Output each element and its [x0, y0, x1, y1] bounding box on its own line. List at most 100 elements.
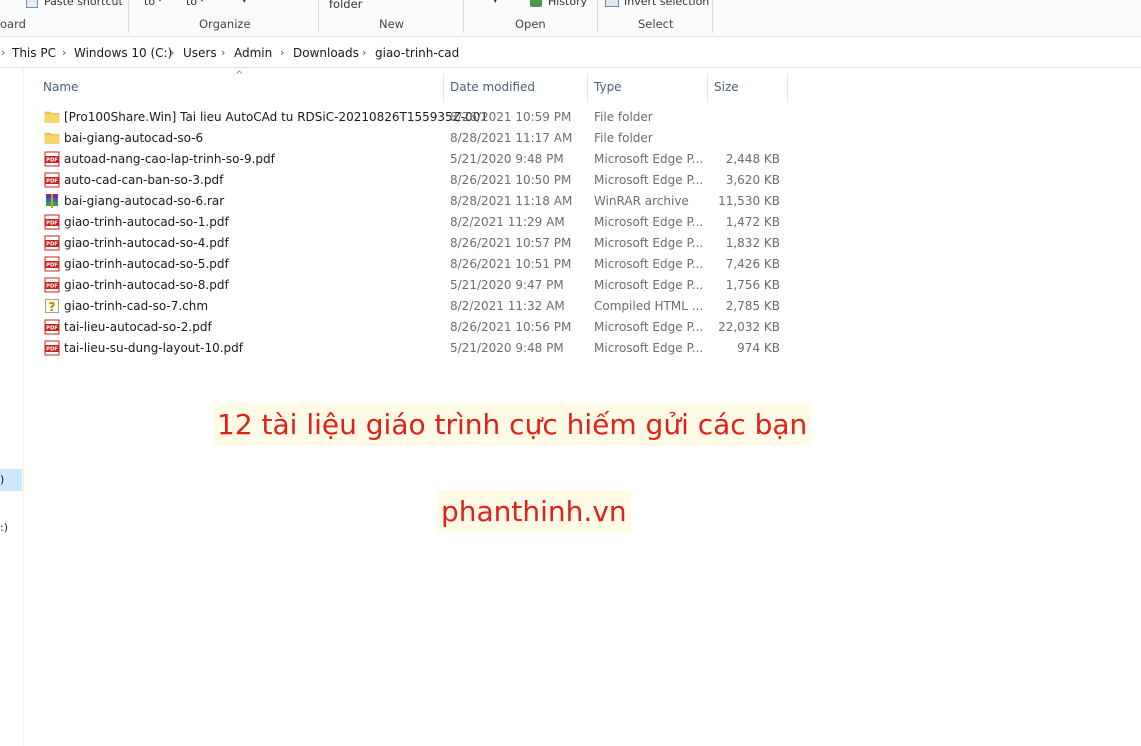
file-date-modified: 8/26/2021 10:51 PM	[450, 257, 572, 271]
file-type: Microsoft Edge P...	[594, 278, 704, 292]
column-divider[interactable]	[707, 74, 708, 102]
nav-item-selected[interactable]: )	[0, 469, 22, 491]
nav-item-label: )	[0, 473, 5, 486]
breadcrumb-downloads[interactable]: Downloads	[293, 46, 359, 60]
pdf-icon: PDF	[44, 319, 60, 335]
file-name: autoad-nang-cao-lap-trinh-so-9.pdf	[64, 152, 275, 166]
file-type: Microsoft Edge P...	[594, 173, 704, 187]
group-label-open: Open	[515, 17, 546, 31]
svg-text:?: ?	[49, 300, 56, 314]
file-row[interactable]: bai-giang-autocad-so-6 8/28/2021 11:17 AM…	[40, 128, 790, 149]
breadcrumb-separator-icon: ›	[280, 46, 285, 59]
history-icon	[530, 0, 542, 7]
file-size: 7,426 KB	[725, 257, 780, 271]
group-label-select: Select	[638, 17, 674, 31]
file-date-modified: 8/28/2021 11:18 AM	[450, 194, 573, 208]
file-size: 2,785 KB	[725, 299, 780, 313]
file-size: 974 KB	[737, 341, 780, 355]
folder-icon	[44, 109, 60, 125]
column-divider[interactable]	[587, 74, 588, 102]
file-type: WinRAR archive	[594, 194, 689, 208]
move-to-button[interactable]: to	[144, 0, 155, 8]
file-name: [Pro100Share.Win] Tai lieu AutoCAd tu RD…	[64, 110, 488, 124]
move-to-chevron-icon: ▾	[158, 0, 162, 4]
file-row[interactable]: [Pro100Share.Win] Tai lieu AutoCAd tu RD…	[40, 107, 790, 128]
file-date-modified: 8/2/2021 11:32 AM	[450, 299, 565, 313]
column-header-size[interactable]: Size	[714, 80, 739, 102]
breadcrumb[interactable]: › This PC › Windows 10 (C:) › Users › Ad…	[0, 40, 1141, 68]
svg-text:PDF: PDF	[46, 242, 58, 248]
copy-to-chevron-icon: ▾	[200, 0, 204, 4]
sort-ascending-icon: ^	[235, 70, 244, 81]
overlay-website: phanthinh.vn	[437, 490, 631, 533]
file-row[interactable]: PDF autoad-nang-cao-lap-trinh-so-9.pdf 5/2…	[40, 149, 790, 170]
file-type: Compiled HTML ...	[594, 299, 704, 313]
file-type: File folder	[594, 131, 653, 145]
file-name: giao-trinh-autocad-so-4.pdf	[64, 236, 229, 250]
pdf-icon: PDF	[44, 151, 60, 167]
overlay-caption: 12 tài liệu giáo trình cực hiếm gửi các …	[213, 403, 812, 446]
ribbon-divider	[463, 0, 464, 33]
file-size: 3,620 KB	[725, 173, 780, 187]
nav-item-label[interactable]: :)	[0, 521, 8, 534]
pdf-icon: PDF	[44, 235, 60, 251]
ribbon: Paste shortcut to ▾ to ▾ ▾ folder ▾ Hist…	[0, 0, 1141, 37]
breadcrumb-windows-10[interactable]: Windows 10 (C:)	[74, 46, 172, 60]
ribbon-divider	[597, 0, 598, 33]
svg-text:PDF: PDF	[46, 263, 58, 269]
open-dropdown-icon[interactable]: ▾	[493, 0, 498, 6]
invert-selection-icon	[605, 0, 619, 7]
file-name: tai-lieu-su-dung-layout-10.pdf	[64, 341, 243, 355]
invert-selection-button[interactable]: Invert selection	[624, 0, 709, 8]
copy-to-button[interactable]: to	[186, 0, 197, 8]
file-row[interactable]: PDF giao-trinh-autocad-so-4.pdf 8/26/2021 …	[40, 233, 790, 254]
group-label-organize: Organize	[199, 17, 251, 31]
column-header-date-modified[interactable]: Date modified	[450, 80, 535, 102]
breadcrumb-users[interactable]: Users	[183, 46, 217, 60]
column-header-type[interactable]: Type	[594, 80, 622, 102]
file-row[interactable]: ? giao-trinh-cad-so-7.chm 8/2/2021 11:32 A…	[40, 296, 790, 317]
file-date-modified: 5/21/2020 9:47 PM	[450, 278, 564, 292]
svg-text:PDF: PDF	[46, 284, 58, 290]
file-date-modified: 8/26/2021 10:50 PM	[450, 173, 572, 187]
file-size: 1,472 KB	[725, 215, 780, 229]
file-row[interactable]: PDF giao-trinh-autocad-so-5.pdf 8/26/2021 …	[40, 254, 790, 275]
column-divider[interactable]	[787, 74, 788, 102]
file-row[interactable]: PDF tai-lieu-su-dung-layout-10.pdf 5/21/20…	[40, 338, 790, 359]
pdf-icon: PDF	[44, 256, 60, 272]
file-row[interactable]: bai-giang-autocad-so-6.rar 8/28/2021 11:1…	[40, 191, 790, 212]
pdf-icon: PDF	[44, 340, 60, 356]
file-size: 1,756 KB	[725, 278, 780, 292]
file-name: bai-giang-autocad-so-6.rar	[64, 194, 225, 208]
file-row[interactable]: PDF auto-cad-can-ban-so-3.pdf 8/26/2021 10…	[40, 170, 790, 191]
file-type: File folder	[594, 110, 653, 124]
navigation-pane[interactable]: ) :)	[0, 69, 24, 746]
breadcrumb-separator-icon: ›	[362, 46, 367, 59]
column-header-name[interactable]: Name	[43, 80, 78, 102]
file-date-modified: 8/28/2021 11:17 AM	[450, 131, 573, 145]
file-name: bai-giang-autocad-so-6	[64, 131, 204, 145]
group-label-clipboard: oard	[0, 17, 26, 31]
file-date-modified: 8/26/2021 10:57 PM	[450, 236, 572, 250]
file-type: Microsoft Edge P...	[594, 320, 704, 334]
delete-dropdown-icon[interactable]: ▾	[242, 0, 247, 6]
breadcrumb-this-pc[interactable]: This PC	[12, 46, 56, 60]
column-divider[interactable]	[443, 74, 444, 102]
new-folder-button[interactable]: folder	[329, 0, 362, 11]
file-row[interactable]: PDF tai-lieu-autocad-so-2.pdf 8/26/2021 10…	[40, 317, 790, 338]
file-row[interactable]: PDF giao-trinh-autocad-so-8.pdf 5/21/2020 …	[40, 275, 790, 296]
breadcrumb-admin[interactable]: Admin	[234, 46, 272, 60]
ribbon-divider	[712, 0, 713, 33]
pdf-icon: PDF	[44, 214, 60, 230]
chm-help-icon: ?	[44, 298, 60, 314]
rar-icon	[44, 193, 60, 209]
file-date-modified: 8/26/2021 10:56 PM	[450, 320, 572, 334]
file-row[interactable]: PDF giao-trinh-autocad-so-1.pdf 8/2/2021 1…	[40, 212, 790, 233]
breadcrumb-separator-icon: ›	[1, 46, 6, 59]
file-size: 22,032 KB	[718, 320, 780, 334]
file-size: 2,448 KB	[725, 152, 780, 166]
history-button[interactable]: History	[548, 0, 587, 8]
file-type: Microsoft Edge P...	[594, 257, 704, 271]
paste-shortcut-button[interactable]: Paste shortcut	[44, 0, 123, 8]
breadcrumb-giao-trinh-cad[interactable]: giao-trinh-cad	[375, 46, 459, 60]
